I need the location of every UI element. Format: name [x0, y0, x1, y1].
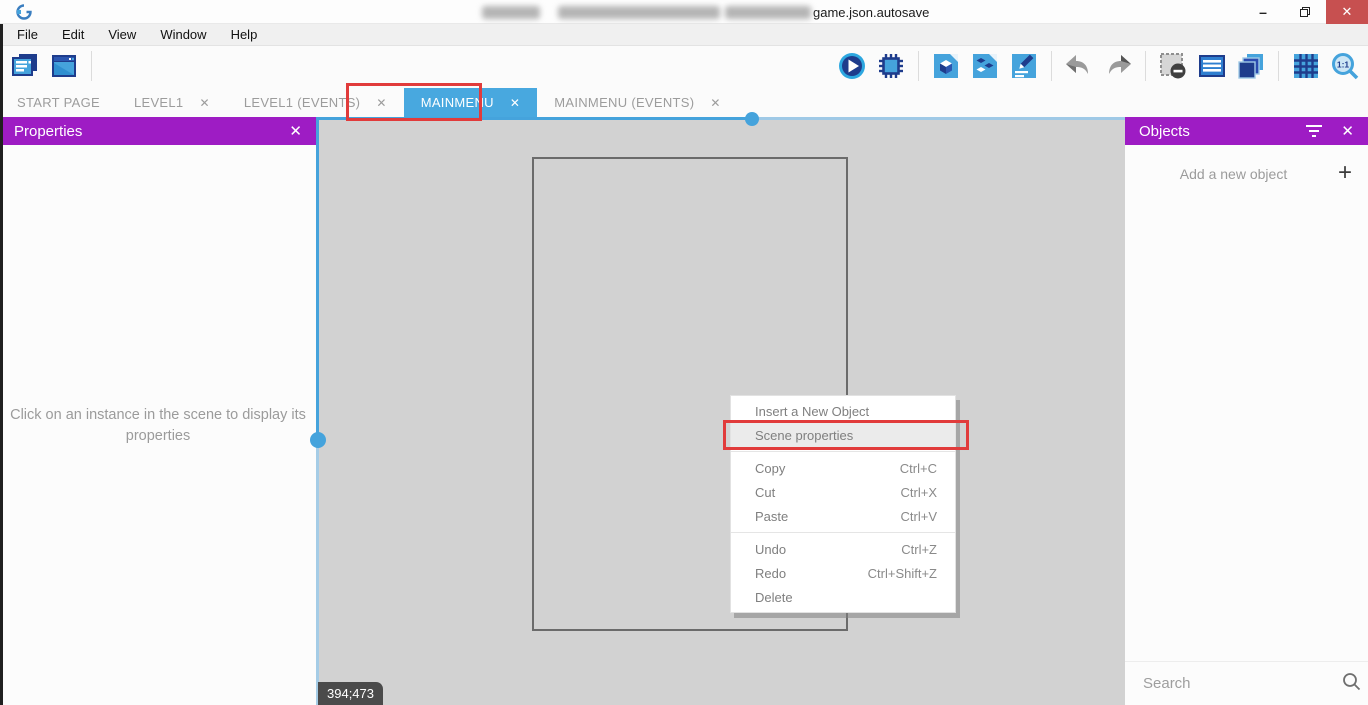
objects-close-icon[interactable]: ✕	[1341, 122, 1354, 140]
toolbar-separator	[918, 51, 919, 81]
menu-item-delete[interactable]: Delete	[731, 585, 955, 609]
divider-drag-handle-top[interactable]	[745, 112, 759, 126]
menu-file[interactable]: File	[5, 24, 50, 46]
cursor-coordinates-badge: 394;473	[318, 682, 383, 705]
tab-level1-events[interactable]: LEVEL1 (EVENTS) ✕	[227, 88, 404, 117]
objects-panel-title: Objects	[1139, 123, 1190, 140]
menu-item-redo[interactable]: Redo Ctrl+Shift+Z	[731, 561, 955, 585]
toolbar-left-group	[10, 51, 95, 81]
redacted-title-segment	[482, 6, 540, 19]
toolbar-separator	[1278, 51, 1279, 81]
menu-bar: File Edit View Window Help	[0, 24, 1368, 46]
window-title-text: game.json.autosave	[813, 5, 929, 20]
menu-separator	[731, 532, 955, 533]
toolbar-separator	[1051, 51, 1052, 81]
debug-icon[interactable]	[876, 51, 906, 81]
menu-help[interactable]: Help	[219, 24, 270, 46]
redacted-title-segment	[725, 6, 811, 19]
window-controls: – ✕	[1242, 0, 1368, 24]
menu-item-paste[interactable]: Paste Ctrl+V	[731, 504, 955, 528]
plus-icon[interactable]: +	[1338, 159, 1352, 187]
properties-panel: Properties ✕ Click on an instance in the…	[0, 117, 316, 705]
redacted-title-segment	[558, 6, 720, 19]
tab-level1[interactable]: LEVEL1 ✕	[117, 88, 227, 117]
menu-view[interactable]: View	[96, 24, 148, 46]
panel-divider-left	[316, 440, 319, 705]
grid-icon[interactable]	[1291, 51, 1321, 81]
svg-text:1:1: 1:1	[1337, 60, 1350, 70]
objects-panel-icon[interactable]	[931, 51, 961, 81]
properties-empty-message: Click on an instance in the scene to dis…	[8, 405, 308, 447]
properties-close-icon[interactable]: ✕	[289, 122, 302, 140]
panel-divider-top	[316, 117, 752, 120]
menu-item-copy[interactable]: Copy Ctrl+C	[731, 456, 955, 480]
properties-panel-title: Properties	[14, 123, 82, 140]
toolbar-separator	[91, 51, 92, 81]
tab-label: LEVEL1 (EVENTS)	[244, 95, 361, 110]
tab-close-icon[interactable]: ✕	[376, 96, 386, 110]
minimize-button[interactable]: –	[1242, 0, 1284, 24]
tab-close-icon[interactable]: ✕	[510, 96, 520, 110]
window-edge	[0, 24, 3, 705]
context-menu: Insert a New Object Scene properties Cop…	[730, 395, 956, 613]
objects-search-bar	[1125, 661, 1368, 705]
menu-item-undo[interactable]: Undo Ctrl+Z	[731, 537, 955, 561]
panel-divider-top	[752, 117, 1125, 120]
tab-label: START PAGE	[17, 95, 100, 110]
title-bar: game.json.autosave – ✕	[0, 0, 1368, 24]
film-minus-icon[interactable]	[1158, 51, 1188, 81]
zoom-1-1-icon[interactable]: 1:1	[1330, 51, 1360, 81]
toolbar: 1:1	[0, 46, 1368, 88]
tab-mainmenu[interactable]: MAINMENU ✕	[404, 88, 538, 117]
objects-panel: Objects ✕ Add a new object +	[1125, 117, 1368, 705]
properties-panel-header: Properties ✕	[0, 117, 316, 145]
menu-window[interactable]: Window	[148, 24, 218, 46]
list-icon[interactable]	[1197, 51, 1227, 81]
restore-icon	[1300, 7, 1310, 17]
objects-panel-header: Objects ✕	[1125, 117, 1368, 145]
start-page-icon[interactable]	[49, 51, 79, 81]
scene-canvas[interactable]: 394;473	[316, 117, 1125, 705]
play-icon[interactable]	[837, 51, 867, 81]
tab-mainmenu-events[interactable]: MAINMENU (EVENTS) ✕	[537, 88, 738, 117]
menu-item-scene-properties[interactable]: Scene properties	[731, 423, 955, 447]
search-input[interactable]	[1125, 675, 1342, 692]
toolbar-right-group: 1:1	[837, 51, 1360, 81]
object-groups-icon[interactable]	[970, 51, 1000, 81]
window-title: game.json.autosave	[482, 4, 929, 20]
add-new-object-label: Add a new object	[1180, 166, 1287, 182]
restore-button[interactable]	[1284, 0, 1326, 24]
editor-tab-bar: START PAGE LEVEL1 ✕ LEVEL1 (EVENTS) ✕ MA…	[0, 88, 1368, 117]
tab-label: MAINMENU (EVENTS)	[554, 95, 694, 110]
gdevelop-logo-icon	[16, 4, 32, 20]
close-button[interactable]: ✕	[1326, 0, 1368, 24]
project-manager-icon[interactable]	[10, 51, 40, 81]
add-new-object-button[interactable]: Add a new object +	[1125, 155, 1368, 193]
undo-icon[interactable]	[1064, 51, 1094, 81]
redo-icon[interactable]	[1103, 51, 1133, 81]
menu-edit[interactable]: Edit	[50, 24, 96, 46]
search-icon[interactable]	[1342, 672, 1361, 696]
app-window: game.json.autosave – ✕ File Edit View Wi…	[0, 0, 1368, 705]
menu-item-cut[interactable]: Cut Ctrl+X	[731, 480, 955, 504]
edit-properties-icon[interactable]	[1009, 51, 1039, 81]
tab-label: LEVEL1	[134, 95, 184, 110]
content-region: Properties ✕ Click on an instance in the…	[0, 117, 1368, 705]
tab-label: MAINMENU	[421, 95, 494, 110]
filter-icon[interactable]	[1305, 124, 1323, 138]
layers-icon[interactable]	[1236, 51, 1266, 81]
tab-close-icon[interactable]: ✕	[710, 96, 720, 110]
menu-separator	[731, 451, 955, 452]
menu-item-insert-new-object[interactable]: Insert a New Object	[731, 399, 955, 423]
tab-start-page[interactable]: START PAGE	[0, 88, 117, 117]
toolbar-separator	[1145, 51, 1146, 81]
tab-close-icon[interactable]: ✕	[199, 96, 209, 110]
panel-divider-left	[316, 117, 319, 440]
divider-drag-handle-left[interactable]	[310, 432, 326, 448]
